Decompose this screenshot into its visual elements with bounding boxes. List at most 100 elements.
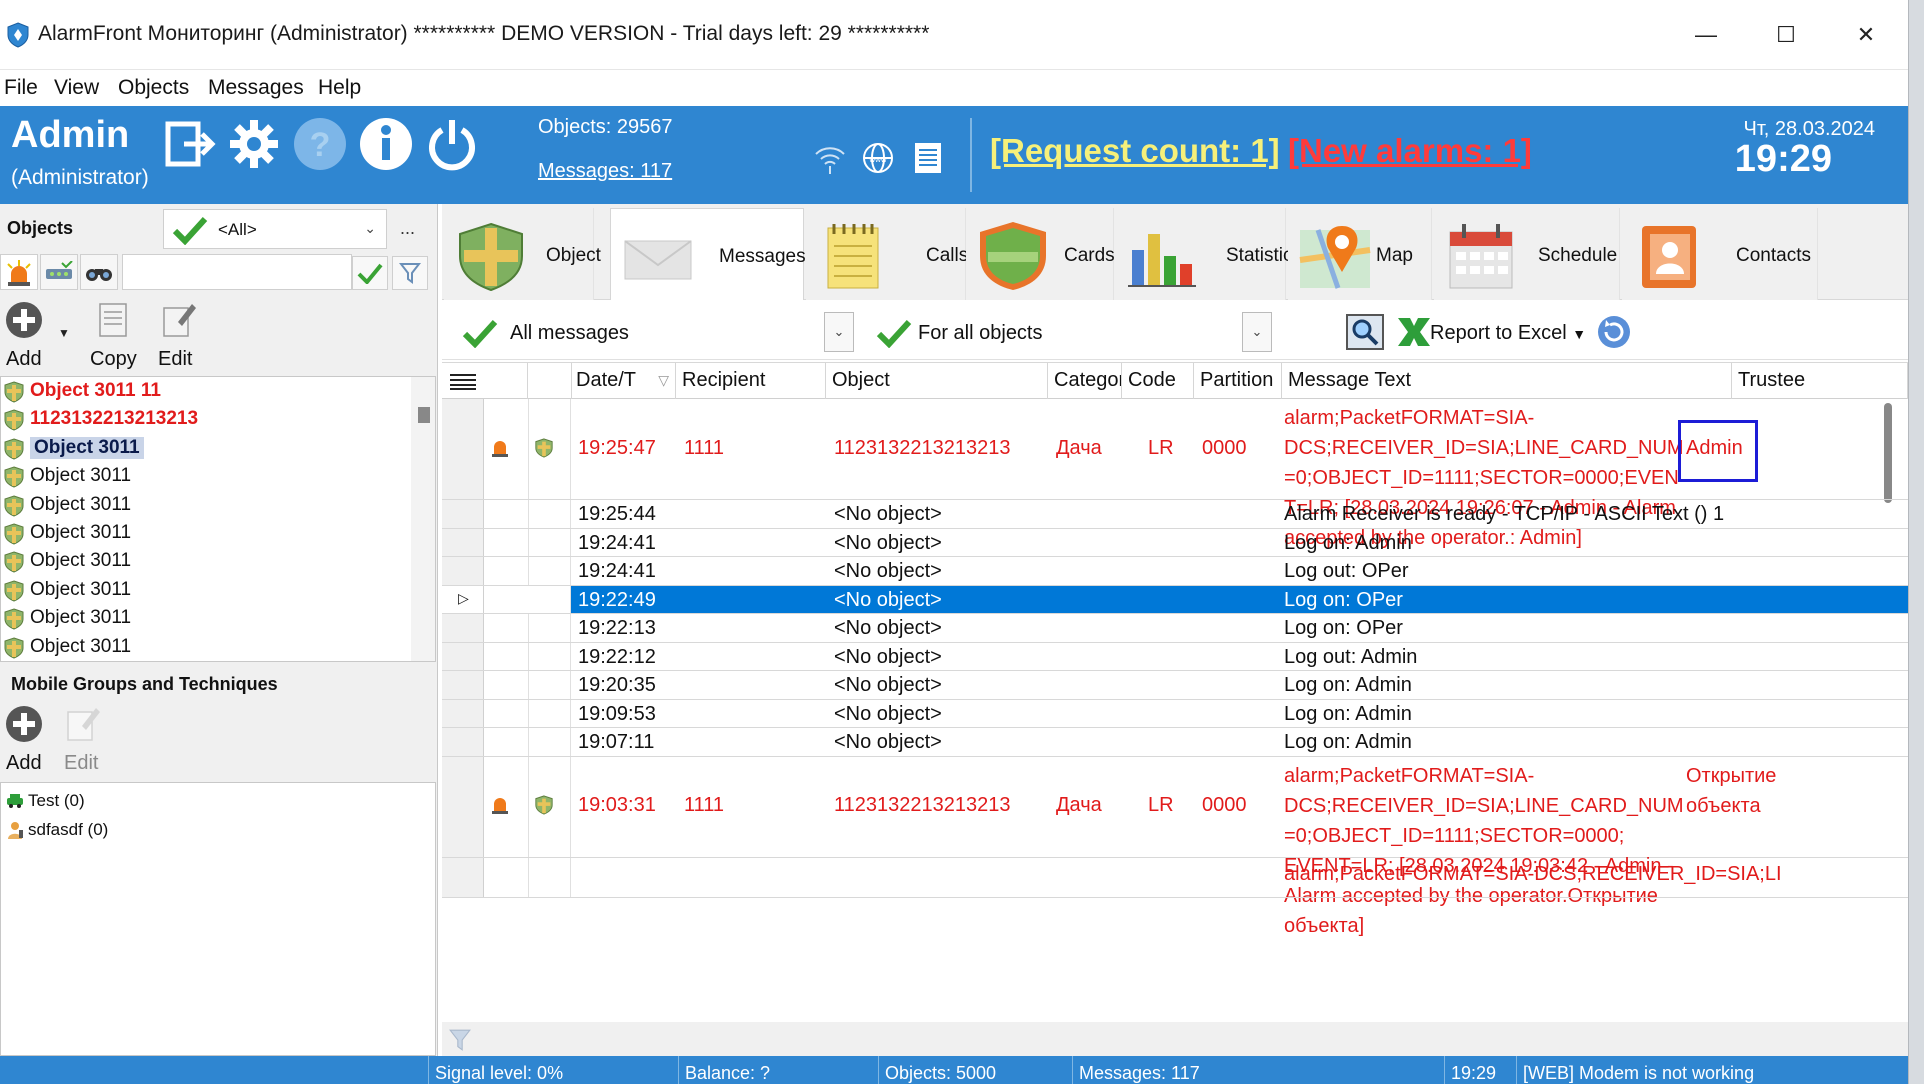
row-indicator[interactable]: [442, 642, 484, 670]
row-indicator[interactable]: [442, 557, 484, 585]
info-icon[interactable]: [358, 116, 414, 172]
add-group-icon[interactable]: [4, 704, 44, 744]
funnel-icon[interactable]: [448, 1028, 472, 1052]
object-list-item[interactable]: Object 3011: [1, 576, 411, 604]
column-header[interactable]: Object: [826, 363, 1048, 399]
message-row[interactable]: 19:22:12 <No object> Log out: Admin: [442, 642, 1908, 671]
help-icon[interactable]: ?: [292, 116, 348, 172]
message-row[interactable]: 19:09:53 <No object> Log on: Admin: [442, 699, 1908, 728]
object-list-item[interactable]: 1123132213213213: [1, 405, 411, 433]
new-alarms-link[interactable]: [New alarms: 1]: [1288, 132, 1532, 170]
more-button[interactable]: ...: [400, 218, 415, 239]
object-search-input[interactable]: [122, 254, 352, 290]
menu-help[interactable]: Help: [318, 72, 361, 104]
minimize-button[interactable]: —: [1686, 18, 1726, 52]
chevron-down-icon[interactable]: ⌄: [824, 312, 854, 352]
add-group-label[interactable]: Add: [6, 752, 42, 775]
row-indicator[interactable]: [442, 528, 484, 556]
tab-online-objects[interactable]: [40, 254, 78, 290]
message-filter-dropdown[interactable]: All messages ⌄: [446, 312, 854, 352]
group-list-item[interactable]: Test (0): [1, 787, 401, 815]
icon-column-header[interactable]: [484, 363, 528, 399]
copy-icon[interactable]: [94, 300, 134, 340]
tab-watched-objects[interactable]: [80, 254, 118, 290]
row-indicator[interactable]: ▷: [442, 585, 484, 613]
groups-list[interactable]: Test (0) sdfasdf (0): [0, 782, 436, 1056]
menu-file[interactable]: File: [4, 72, 38, 104]
scroll-thumb[interactable]: [418, 407, 430, 423]
tab-statistics[interactable]: Statistics: [1114, 208, 1302, 300]
message-row[interactable]: alarm;PacketFORMAT=SIA-DCS;RECEIVER_ID=S…: [442, 857, 1908, 898]
object-list-item[interactable]: Object 3011: [1, 604, 411, 632]
row-indicator[interactable]: [442, 500, 484, 528]
menu-view[interactable]: View: [54, 72, 99, 104]
message-row[interactable]: ▷ 19:22:49 <No object> Log on: OPer: [442, 585, 1908, 614]
menu-objects[interactable]: Objects: [118, 72, 189, 104]
power-icon[interactable]: [424, 116, 480, 172]
row-indicator[interactable]: [442, 399, 484, 499]
maximize-button[interactable]: ☐: [1766, 18, 1806, 52]
edit-icon[interactable]: [158, 300, 198, 340]
column-header[interactable]: Partition: [1194, 363, 1282, 399]
tab-alarm-objects[interactable]: [0, 254, 38, 290]
add-dropdown-arrow-icon[interactable]: ▼: [58, 326, 70, 340]
message-row[interactable]: 19:20:35 <No object> Log on: Admin: [442, 671, 1908, 700]
row-indicator[interactable]: [442, 756, 484, 857]
message-row[interactable]: 19:25:44 <No object> Alarm Receiver is rea…: [442, 500, 1908, 529]
object-list-item[interactable]: Object 3011: [1, 462, 411, 490]
message-row[interactable]: 19:24:41 <No object> Log out: OPer: [442, 557, 1908, 586]
icon-column-header[interactable]: [528, 363, 572, 399]
row-indicator[interactable]: [442, 614, 484, 642]
message-row[interactable]: 19:22:13 <No object> Log on: OPer: [442, 614, 1908, 643]
row-indicator[interactable]: [442, 671, 484, 699]
object-list-item[interactable]: Object 3011: [1, 434, 411, 462]
tab-contacts[interactable]: Contacts: [1622, 208, 1818, 300]
edit-object-label[interactable]: Edit: [158, 348, 192, 371]
copy-object-label[interactable]: Copy: [90, 348, 137, 371]
refresh-icon[interactable]: [1596, 314, 1632, 350]
tab-object[interactable]: Object: [444, 208, 601, 300]
object-list-item[interactable]: Object 3011: [1, 547, 411, 575]
object-list-item[interactable]: Object 3011: [1, 633, 411, 661]
column-header[interactable]: Message Text: [1282, 363, 1732, 399]
column-chooser-icon[interactable]: [446, 371, 480, 391]
apply-filter-button[interactable]: [352, 256, 388, 290]
tab-cards[interactable]: Cards: [966, 208, 1115, 300]
excel-icon[interactable]: [1394, 314, 1432, 350]
menu-messages[interactable]: Messages: [208, 72, 304, 104]
row-indicator[interactable]: [442, 857, 484, 897]
message-row[interactable]: 19:03:31 1111 1123132213213213 Дача LR 0000 al…: [442, 756, 1908, 937]
search-icon[interactable]: [1346, 314, 1384, 350]
row-indicator[interactable]: [442, 699, 484, 727]
request-count-link[interactable]: [Request count: 1]: [990, 132, 1280, 170]
tab-calls[interactable]: Calls: [806, 208, 968, 300]
column-header[interactable]: Recipient: [676, 363, 826, 399]
tab-schedule[interactable]: Schedule: [1434, 208, 1620, 300]
row-indicator[interactable]: [442, 728, 484, 756]
gear-icon[interactable]: [226, 116, 282, 172]
objects-filter-dropdown[interactable]: <All> ⌄: [163, 209, 387, 249]
filter-button[interactable]: [392, 256, 428, 290]
message-row[interactable]: 19:25:47 1111 1123132213213213 Дача LR 0000 al…: [442, 399, 1908, 549]
chevron-down-icon[interactable]: ⌄: [1242, 312, 1272, 352]
object-list-item[interactable]: Object 3011: [1, 519, 411, 547]
object-filter-dropdown[interactable]: For all objects ⌄: [860, 312, 1272, 352]
column-header[interactable]: Trustee: [1732, 363, 1908, 399]
column-header[interactable]: Date/T ▽: [570, 363, 676, 399]
message-row[interactable]: 19:24:41 <No object> Log on: Admin: [442, 528, 1908, 557]
objects-scrollbar[interactable]: [411, 377, 435, 661]
group-list-item[interactable]: sdfasdf (0): [1, 816, 401, 844]
tab-messages[interactable]: Messages: [610, 208, 806, 300]
close-button[interactable]: ✕: [1846, 18, 1886, 52]
column-header[interactable]: Category: [1048, 363, 1122, 399]
add-icon[interactable]: [4, 300, 44, 340]
messages-grid[interactable]: Date/T ▽ Recipient Object Category Code Partit…: [442, 362, 1908, 1022]
object-list-item[interactable]: Object 3011: [1, 491, 411, 519]
messages-stat-link[interactable]: Messages: 117: [538, 160, 672, 183]
add-object-label[interactable]: Add: [6, 348, 42, 371]
objects-list[interactable]: Object 3011 11 1123132213213213 Object 301…: [0, 376, 436, 662]
message-row[interactable]: 19:07:11 <No object> Log on: Admin: [442, 728, 1908, 757]
object-list-item[interactable]: Object 3011 11: [1, 377, 411, 405]
report-to-excel-button[interactable]: Report to Excel ▼: [1430, 322, 1586, 345]
tab-map[interactable]: Map: [1288, 208, 1432, 300]
